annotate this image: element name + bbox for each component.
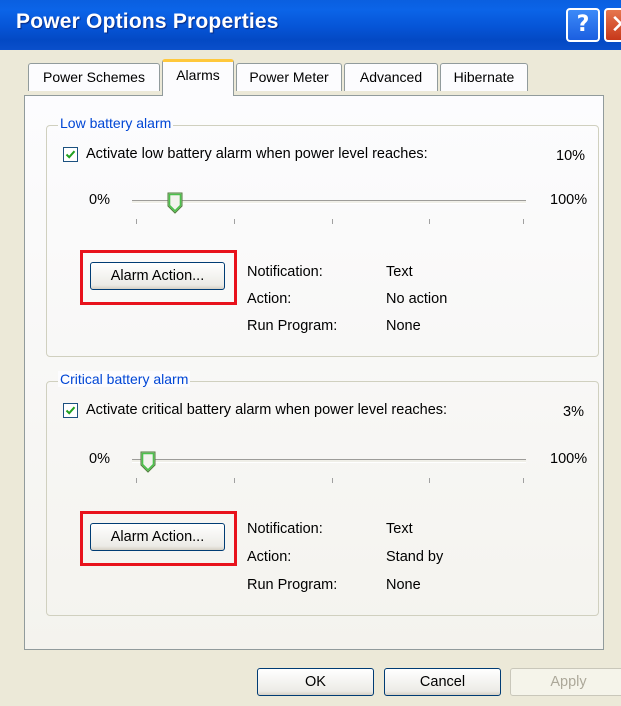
- power-options-dialog: Power Options Properties ? ✕ Power Schem…: [0, 0, 621, 706]
- low-battery-slider-thumb[interactable]: [167, 192, 183, 214]
- help-icon: ?: [576, 12, 590, 37]
- slider-tick: [332, 478, 333, 483]
- slider-tick: [429, 478, 430, 483]
- tab-alarms[interactable]: Alarms: [162, 59, 234, 96]
- tab-power-meter[interactable]: Power Meter: [236, 63, 342, 91]
- low-battery-notification-value: Text: [386, 264, 413, 280]
- checkmark-icon: [65, 150, 76, 159]
- critical-battery-level-value: 3%: [563, 404, 584, 420]
- help-button[interactable]: ?: [566, 8, 600, 42]
- critical-battery-slider-track[interactable]: [132, 459, 526, 463]
- checkmark-icon: [65, 406, 76, 415]
- slider-tick: [523, 219, 524, 224]
- tab-advanced[interactable]: Advanced: [344, 63, 438, 91]
- slider-tick: [234, 219, 235, 224]
- critical-battery-activate-checkbox[interactable]: [63, 403, 78, 418]
- critical-battery-action-label: Action:: [247, 549, 292, 565]
- slider-tick: [332, 219, 333, 224]
- low-battery-activate-checkbox[interactable]: [63, 147, 78, 162]
- low-battery-action-label: Action:: [247, 291, 292, 307]
- title-bar[interactable]: Power Options Properties ? ✕: [0, 0, 621, 50]
- low-battery-slider-min-label: 0%: [89, 192, 110, 208]
- slider-tick: [136, 219, 137, 224]
- window-title: Power Options Properties: [16, 10, 279, 33]
- close-icon: ✕: [610, 10, 621, 40]
- low-battery-run-program-value: None: [386, 318, 421, 334]
- low-battery-slider-max-label: 100%: [550, 192, 588, 208]
- critical-battery-slider-thumb[interactable]: [140, 451, 156, 473]
- cancel-button[interactable]: Cancel: [384, 668, 501, 696]
- critical-battery-action-value: Stand by: [386, 549, 444, 565]
- critical-battery-notification-label: Notification:: [247, 521, 323, 537]
- apply-button[interactable]: Apply: [510, 668, 621, 696]
- critical-battery-slider-min-label: 0%: [89, 451, 110, 467]
- low-battery-group-label: Low battery alarm: [58, 115, 174, 131]
- critical-battery-run-program-value: None: [386, 577, 421, 593]
- critical-battery-alarm-action-button[interactable]: Alarm Action...: [90, 523, 225, 551]
- low-battery-notification-label: Notification:: [247, 264, 323, 280]
- low-battery-run-program-label: Run Program:: [247, 318, 338, 334]
- slider-tick: [136, 478, 137, 483]
- slider-tick: [234, 478, 235, 483]
- low-battery-level-value: 10%: [556, 148, 586, 164]
- slider-tick: [523, 478, 524, 483]
- critical-battery-activate-label: Activate critical battery alarm when pow…: [86, 402, 448, 418]
- tab-hibernate[interactable]: Hibernate: [440, 63, 528, 91]
- critical-battery-notification-value: Text: [386, 521, 413, 537]
- low-battery-action-value: No action: [386, 291, 448, 307]
- ok-button[interactable]: OK: [257, 668, 374, 696]
- low-battery-activate-label: Activate low battery alarm when power le…: [86, 146, 428, 162]
- low-battery-slider-track[interactable]: [132, 200, 526, 204]
- tab-power-schemes[interactable]: Power Schemes: [28, 63, 160, 91]
- close-button[interactable]: ✕: [604, 8, 621, 42]
- critical-battery-run-program-label: Run Program:: [247, 577, 338, 593]
- low-battery-alarm-action-button[interactable]: Alarm Action...: [90, 262, 225, 290]
- critical-battery-group-label: Critical battery alarm: [58, 371, 191, 387]
- slider-tick: [429, 219, 430, 224]
- critical-battery-slider-max-label: 100%: [550, 451, 588, 467]
